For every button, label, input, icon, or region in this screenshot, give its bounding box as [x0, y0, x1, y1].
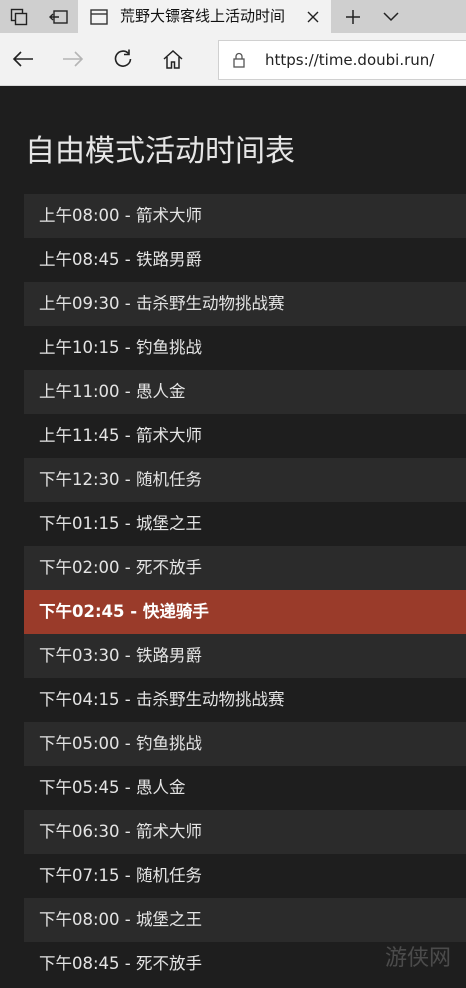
schedule-row: 下午12:30 - 随机任务: [24, 458, 466, 502]
schedule-row: 上午08:00 - 箭术大师: [24, 194, 466, 238]
tab-list-chevron-down-icon[interactable]: [376, 0, 406, 33]
active-tab[interactable]: 荒野大镖客线上活动时间: [78, 0, 331, 33]
page-content: 自由模式活动时间表 上午08:00 - 箭术大师 上午08:45 - 铁路男爵 上午…: [0, 86, 466, 988]
address-bar[interactable]: https://time.doubi.run/: [218, 40, 466, 80]
schedule-row: 下午07:15 - 随机任务: [24, 854, 466, 898]
browser-nav-bar: https://time.doubi.run/: [0, 33, 466, 86]
browser-tab-bar: 荒野大镖客线上活动时间: [0, 0, 466, 33]
schedule-row: 下午05:45 - 愚人金: [24, 766, 466, 810]
schedule-row: 下午04:15 - 击杀野生动物挑战赛: [24, 678, 466, 722]
schedule-row: 上午09:30 - 击杀野生动物挑战赛: [24, 282, 466, 326]
schedule-row: 上午11:45 - 箭术大师: [24, 414, 466, 458]
schedule-row: 下午08:00 - 城堡之王: [24, 898, 466, 942]
watermark-logo: 游侠网: [385, 946, 452, 971]
page-favicon-icon: [88, 0, 110, 33]
schedule-row-current: 下午02:45 - 快递骑手: [24, 590, 466, 634]
schedule-list: 上午08:00 - 箭术大师 上午08:45 - 铁路男爵 上午09:30 - 击杀…: [24, 194, 466, 986]
tab-title: 荒野大镖客线上活动时间: [120, 7, 286, 25]
schedule-row: 上午08:45 - 铁路男爵: [24, 238, 466, 282]
tab-manager-icon[interactable]: [0, 0, 38, 33]
new-tab-icon[interactable]: [338, 0, 368, 33]
url-text: https://time.doubi.run/: [265, 51, 435, 69]
page-title: 自由模式活动时间表: [25, 134, 295, 169]
set-tabs-aside-icon[interactable]: [40, 0, 78, 33]
schedule-row: 下午05:00 - 钓鱼挑战: [24, 722, 466, 766]
lock-icon[interactable]: [227, 41, 251, 79]
schedule-row: 上午10:15 - 钓鱼挑战: [24, 326, 466, 370]
schedule-row: 下午03:30 - 铁路男爵: [24, 634, 466, 678]
schedule-row: 下午06:30 - 箭术大师: [24, 810, 466, 854]
schedule-row: 上午11:00 - 愚人金: [24, 370, 466, 414]
forward-arrow-icon[interactable]: [53, 33, 93, 85]
refresh-icon[interactable]: [103, 33, 143, 85]
schedule-row: 下午02:00 - 死不放手: [24, 546, 466, 590]
close-tab-icon[interactable]: [300, 0, 326, 33]
back-arrow-icon[interactable]: [3, 33, 43, 85]
home-icon[interactable]: [153, 33, 193, 85]
schedule-row: 下午01:15 - 城堡之王: [24, 502, 466, 546]
